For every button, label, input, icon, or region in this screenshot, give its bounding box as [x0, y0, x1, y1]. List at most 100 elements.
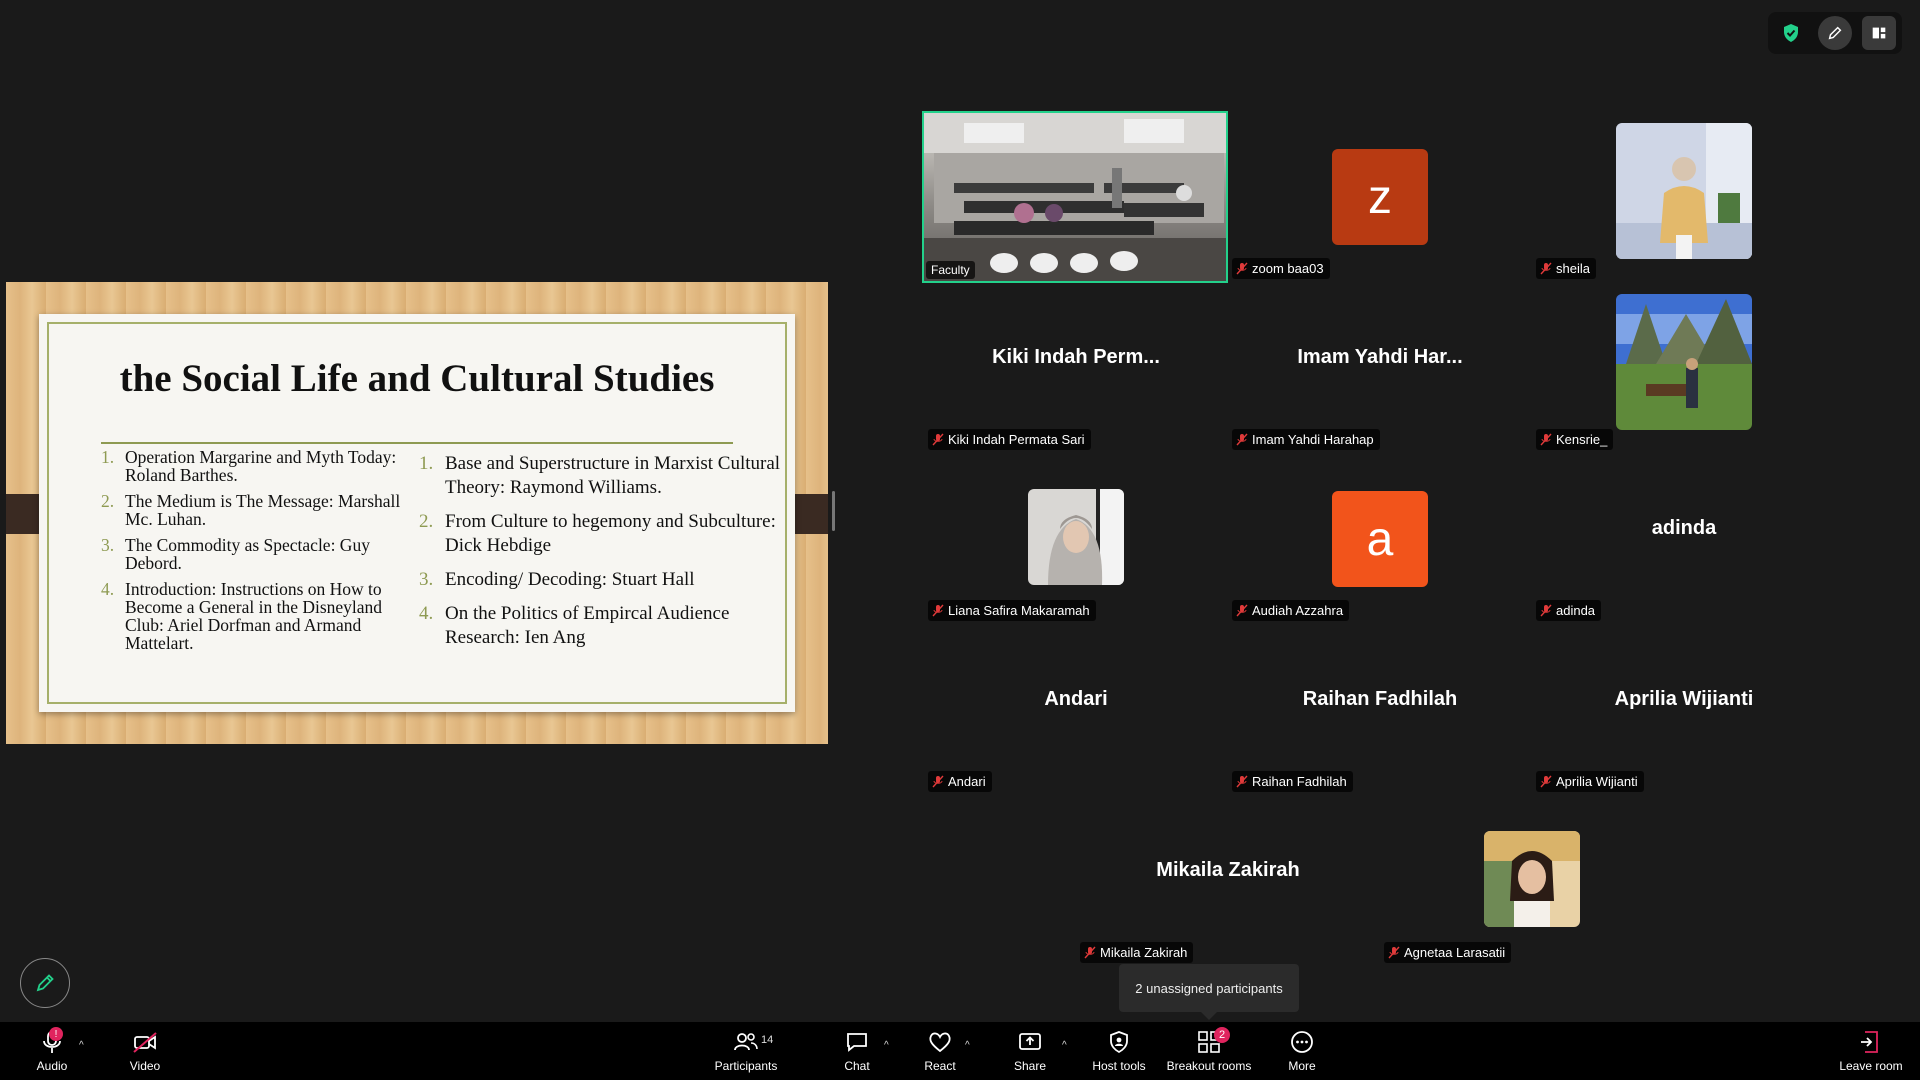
participant-display-name: adinda	[1651, 517, 1717, 539]
list-text: Encoding/ Decoding: Stuart Hall	[445, 569, 695, 590]
react-options-caret[interactable]: ^	[965, 1040, 970, 1051]
chat-button[interactable]: Chat	[842, 1022, 872, 1080]
participant-tile-zoom-baa03[interactable]: z zoom baa03	[1228, 111, 1532, 281]
list-number: 2.	[419, 511, 434, 532]
participant-tile-audiah[interactable]: a Audiah Azzahra	[1228, 453, 1532, 623]
mic-muted-icon	[1540, 433, 1552, 446]
list-number: 1.	[101, 447, 115, 467]
heart-icon	[929, 1032, 951, 1053]
audio-alert-badge: !	[49, 1027, 63, 1041]
list-number: 4.	[419, 603, 434, 624]
list-text: On the Politics of Empircal Audience Res…	[445, 603, 730, 648]
mic-muted-icon	[1236, 604, 1248, 617]
chat-options-caret[interactable]: ^	[884, 1040, 889, 1051]
participant-tile-adinda[interactable]: adinda adinda	[1532, 453, 1836, 623]
list-text: From Culture to hegemony and Subculture:…	[445, 511, 776, 556]
participant-name: zoom baa03	[1252, 261, 1324, 276]
react-button[interactable]: React	[922, 1022, 958, 1080]
top-controls	[1768, 12, 1902, 54]
participants-icon	[734, 1033, 758, 1051]
audio-options-caret[interactable]: ^	[79, 1040, 84, 1051]
participant-tile-faculty[interactable]: Faculty	[922, 111, 1228, 283]
list-text: Base and Superstructure in Marxist Cultu…	[445, 453, 781, 498]
participant-name-tag: Mikaila Zakirah	[1080, 942, 1194, 963]
mic-muted-icon	[1540, 775, 1552, 788]
participant-tile-aprilia[interactable]: Aprilia Wijianti Aprilia Wijianti	[1532, 624, 1836, 794]
participant-name: Aprilia Wijianti	[1556, 774, 1638, 789]
list-item: 2. The Medium is The Message: Marshall Mc…	[101, 492, 401, 528]
video-button[interactable]: Video	[124, 1022, 166, 1080]
slide-paper: the Social Life and Cultural Studies 1. O…	[39, 314, 795, 712]
list-item: 4. Introduction: Instructions on How to B…	[101, 580, 401, 652]
share-options-caret[interactable]: ^	[1062, 1040, 1067, 1051]
pencil-icon	[36, 974, 54, 992]
participant-photo	[1484, 831, 1580, 927]
participant-display-name: Raihan Fadhilah	[1302, 688, 1458, 710]
list-number: 3.	[419, 569, 434, 590]
participant-name-tag: sheila	[1536, 258, 1596, 279]
participant-name: Raihan Fadhilah	[1252, 774, 1347, 789]
pen-icon[interactable]	[1818, 16, 1852, 50]
agnetaa-photo-icon	[1484, 831, 1580, 927]
mic-muted-icon	[1236, 262, 1248, 275]
participant-name: adinda	[1556, 603, 1596, 618]
react-label: React	[924, 1059, 956, 1073]
mic-muted-icon	[1084, 946, 1096, 959]
participant-tile-raihan[interactable]: Raihan Fadhilah Raihan Fadhilah	[1228, 624, 1532, 794]
host-tools-button[interactable]: Host tools	[1090, 1022, 1148, 1080]
participant-tile-andari[interactable]: Andari Andari	[924, 624, 1228, 794]
participants-button[interactable]: Participants	[712, 1022, 780, 1080]
split-resize-handle[interactable]	[832, 491, 835, 531]
participant-tile-imam[interactable]: Imam Yahdi Har... Imam Yahdi Harahap	[1228, 282, 1532, 452]
share-screen-icon	[1019, 1033, 1041, 1050]
meeting-toolbar: Audio ! ^ Video Participants 14 Chat ^ R…	[0, 1022, 1920, 1080]
participant-name-tag: Imam Yahdi Harahap	[1232, 429, 1380, 450]
host-tools-label: Host tools	[1092, 1059, 1146, 1073]
participant-name-tag: zoom baa03	[1232, 258, 1330, 279]
kensrie-photo-icon	[1616, 294, 1752, 430]
participant-photo	[1028, 489, 1124, 585]
leave-door-icon	[1861, 1031, 1878, 1053]
participant-tile-liana[interactable]: Liana Safira Makaramah	[924, 453, 1228, 623]
participant-name: Kiki Indah Permata Sari	[948, 432, 1085, 447]
participant-name: Mikaila Zakirah	[1100, 945, 1188, 960]
more-button[interactable]: More	[1286, 1022, 1318, 1080]
mic-muted-icon	[1236, 433, 1248, 446]
sheila-photo-icon	[1616, 123, 1752, 259]
participant-name: Imam Yahdi Harahap	[1252, 432, 1374, 447]
participant-name: Agnetaa Larasatii	[1404, 945, 1506, 960]
participant-name-tag: Liana Safira Makaramah	[928, 600, 1096, 621]
mic-muted-icon	[932, 433, 944, 446]
mic-muted-icon	[932, 775, 944, 788]
annotate-button[interactable]	[20, 958, 70, 1008]
participant-name-tag: Kiki Indah Permata Sari	[928, 429, 1091, 450]
mic-muted-icon	[1388, 946, 1400, 959]
slide-divider	[101, 442, 733, 444]
avatar: a	[1332, 491, 1428, 587]
leave-label: Leave room	[1839, 1059, 1903, 1073]
avatar: z	[1332, 149, 1428, 245]
list-item: 3. The Commodity as Spectacle: Guy Debord…	[101, 536, 401, 572]
participant-tile-mikaila[interactable]: Mikaila Zakirah Mikaila Zakirah	[1076, 795, 1380, 965]
share-button[interactable]: Share	[1012, 1022, 1048, 1080]
participant-photo	[1616, 294, 1752, 430]
slide-list-left: 1. Operation Margarine and Myth Today: Ro…	[101, 448, 401, 660]
participant-tile-agnetaa[interactable]: Agnetaa Larasatii	[1380, 795, 1684, 965]
participant-tile-kiki[interactable]: Kiki Indah Perm... Kiki Indah Permata Sa…	[924, 282, 1228, 452]
participant-name-tag: adinda	[1536, 600, 1602, 621]
breakout-rooms-button[interactable]: Breakout rooms	[1166, 1022, 1252, 1080]
participant-tile-kensrie[interactable]: Kensrie_	[1532, 282, 1836, 452]
participant-tile-sheila[interactable]: sheila	[1532, 111, 1836, 281]
slide-list-right: 1. Base and Superstructure in Marxist Cul…	[419, 452, 789, 660]
leave-room-button[interactable]: Leave room	[1836, 1022, 1906, 1080]
layout-icon[interactable]	[1862, 16, 1896, 50]
participants-label: Participants	[714, 1059, 778, 1073]
participant-name: Faculty	[931, 263, 970, 277]
audio-label: Audio	[36, 1059, 68, 1073]
shared-screen-slide: the Social Life and Cultural Studies 1. O…	[6, 282, 828, 744]
list-number: 4.	[101, 579, 115, 599]
shield-check-icon[interactable]	[1774, 16, 1808, 50]
list-item: 1. Base and Superstructure in Marxist Cul…	[419, 452, 789, 500]
participant-name: Liana Safira Makaramah	[948, 603, 1090, 618]
zoom-meeting-window: the Social Life and Cultural Studies 1. O…	[0, 0, 1920, 1080]
